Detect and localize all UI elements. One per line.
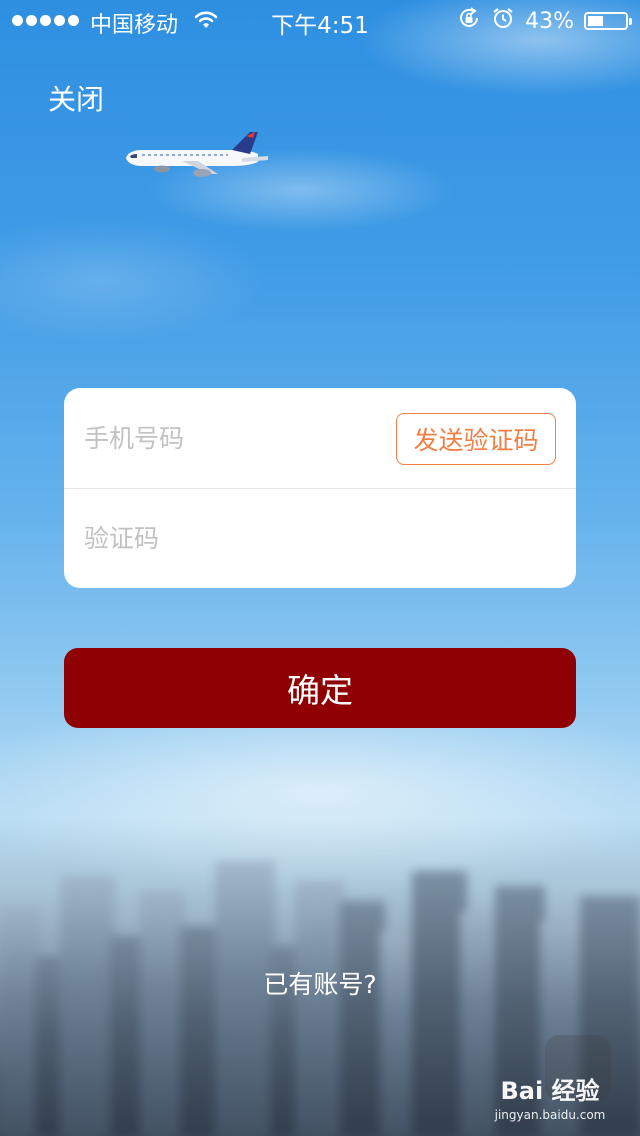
watermark-url: jingyan.baidu.com <box>494 1108 606 1122</box>
status-bar: 中国移动 下午4:51 43% <box>0 0 640 40</box>
verification-code-input[interactable] <box>84 488 554 588</box>
close-button[interactable]: 关闭 <box>48 78 104 118</box>
battery-icon <box>584 12 632 30</box>
code-row <box>64 488 576 588</box>
alarm-icon <box>491 6 515 36</box>
rotation-lock-icon <box>457 6 481 36</box>
watermark-logo: Bai 经验 <box>500 1077 600 1105</box>
send-verification-code-button[interactable]: 发送验证码 <box>396 413 556 465</box>
phone-row: 发送验证码 <box>64 388 576 489</box>
login-form-card: 发送验证码 <box>64 388 576 588</box>
baidu-jingyan-watermark: Bai 经验 jingyan.baidu.com <box>490 1071 610 1122</box>
confirm-button[interactable]: 确定 <box>64 648 576 728</box>
battery-level-fill <box>588 16 603 26</box>
battery-percentage: 43% <box>525 8 574 34</box>
have-account-link[interactable]: 已有账号? <box>0 965 640 1001</box>
phone-number-input[interactable] <box>84 388 384 488</box>
airplane-illustration <box>122 128 272 188</box>
